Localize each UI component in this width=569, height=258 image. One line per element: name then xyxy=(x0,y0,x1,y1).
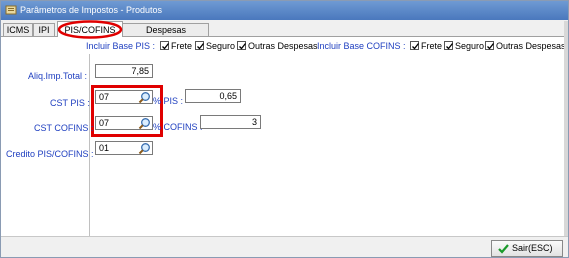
check-icon xyxy=(498,244,509,254)
check-icon xyxy=(487,43,495,50)
pct-pis-label: % PIS : xyxy=(153,96,184,106)
tab-highlight-ellipse xyxy=(57,20,123,39)
right-edge-strip xyxy=(564,21,568,236)
pct-pis-field[interactable]: 0,65 xyxy=(185,89,241,103)
aliq-imp-total-label: Aliq.Imp.Total : xyxy=(28,71,88,81)
title-bar: Parâmetros de Impostos - Produtos xyxy=(1,1,568,20)
base-cofins-frete-checkbox[interactable] xyxy=(410,41,420,50)
footer-bar xyxy=(1,236,568,257)
base-cofins-seguro-label: Seguro xyxy=(455,41,485,51)
magnifier-icon[interactable] xyxy=(138,117,151,130)
base-pis-outras-label: Outras Despesas xyxy=(248,41,318,51)
check-icon xyxy=(412,43,420,50)
cst-pis-label: CST PIS : xyxy=(50,98,90,108)
base-cofins-outras-checkbox[interactable] xyxy=(485,41,495,50)
label-divider xyxy=(89,54,90,236)
tab-label: IPI xyxy=(38,25,50,35)
base-cofins-frete-label: Frete xyxy=(421,41,443,51)
pct-cofins-field[interactable]: 3 xyxy=(200,115,261,129)
base-pis-seguro-label: Seguro xyxy=(206,41,236,51)
check-icon xyxy=(446,43,454,50)
app-icon xyxy=(5,5,17,15)
check-icon xyxy=(239,43,247,50)
window-title: Parâmetros de Impostos - Produtos xyxy=(20,5,163,15)
tab-despesas-acessorias[interactable]: Despesas Acessórias xyxy=(117,23,209,48)
pis-cofins-panel xyxy=(1,36,568,237)
base-pis-frete-checkbox[interactable] xyxy=(160,41,170,50)
tab-label: ICMS xyxy=(6,25,30,35)
base-pis-seguro-checkbox[interactable] xyxy=(195,41,205,50)
check-icon xyxy=(197,43,205,50)
tab-icms[interactable]: ICMS xyxy=(3,23,33,36)
aliq-imp-total-field[interactable]: 7,85 xyxy=(95,64,153,78)
tab-strip: ICMS IPI Despesas Acessórias PIS/COFINS xyxy=(1,20,568,48)
base-pis-frete-label: Frete xyxy=(171,41,193,51)
base-pis-outras-checkbox[interactable] xyxy=(237,41,247,50)
credito-pis-cofins-label: Credito PIS/COFINS : xyxy=(6,149,94,159)
base-pis-label: Incluir Base PIS : xyxy=(86,41,156,51)
exit-button[interactable]: Sair(ESC) xyxy=(491,240,563,257)
magnifier-icon[interactable] xyxy=(138,142,151,155)
exit-button-label: Sair(ESC) xyxy=(512,243,553,253)
params-window: Parâmetros de Impostos - Produtos ICMS I… xyxy=(0,0,569,258)
base-cofins-seguro-checkbox[interactable] xyxy=(444,41,454,50)
tab-ipi[interactable]: IPI xyxy=(33,23,55,36)
check-icon xyxy=(162,43,170,50)
base-cofins-outras-label: Outras Despesas xyxy=(496,41,566,51)
base-cofins-label: Incluir Base COFINS : xyxy=(317,41,406,51)
pct-cofins-label: % COFINS : xyxy=(153,122,203,132)
cst-cofins-label: CST COFINS : xyxy=(34,123,94,133)
